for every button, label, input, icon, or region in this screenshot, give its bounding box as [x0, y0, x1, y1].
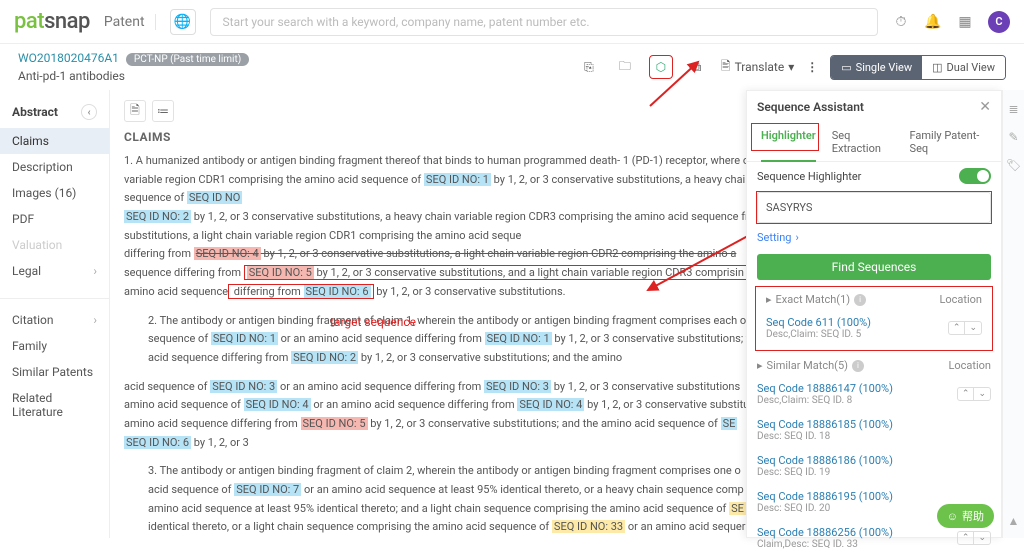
patent-title: Anti-pd-1 antibodies	[18, 69, 249, 83]
location-header-2: Location	[948, 359, 991, 372]
folder-icon[interactable]: 🗀	[613, 55, 637, 79]
result-sim-1[interactable]: Seq Code 18886147 (100%)Desc,Claim: SEQ …	[747, 378, 1001, 414]
tab-seq-extraction[interactable]: Seq Extraction	[824, 123, 902, 161]
setting-link[interactable]: Setting ›	[747, 225, 1001, 250]
top-bar: patsnap Patent 🌐 ⏱ 🔔 ▦ C	[0, 0, 1024, 44]
sidebar-item-legal[interactable]: Legal›	[0, 258, 109, 284]
panel-title: Sequence Assistant	[757, 100, 864, 114]
main-area: Abstract ‹ Claims Description Images (16…	[0, 90, 1024, 538]
tab-family-patent-seq[interactable]: Family Patent-Seq	[902, 123, 995, 161]
location-header: Location	[939, 293, 982, 306]
seq-id-no: SEQ ID NO	[187, 191, 242, 204]
result-nav[interactable]: ⌃⌄	[948, 321, 982, 335]
sidebar: Abstract ‹ Claims Description Images (16…	[0, 90, 110, 538]
section-label: Patent	[104, 14, 156, 30]
exact-match-header[interactable]: ▸ Exact Match(1) i	[766, 293, 866, 306]
find-sequences-button[interactable]: Find Sequences	[757, 254, 991, 280]
apps-icon[interactable]: ▦	[956, 13, 974, 31]
bell-icon[interactable]: 🔔	[924, 13, 942, 31]
seq-id-6: SEQ ID NO: 6	[304, 285, 371, 298]
dual-view-button[interactable]: ◫ Dual View	[922, 56, 1005, 79]
seq-id-2: SEQ ID NO: 2	[124, 210, 191, 223]
collapse-icon[interactable]: ‹	[81, 104, 97, 120]
publication-number[interactable]: WO2018020476A1	[18, 51, 119, 65]
tab-highlighter[interactable]: Highlighter	[753, 123, 824, 161]
result-sim-2[interactable]: Seq Code 18886185 (100%)Desc: SEQ ID. 18	[747, 414, 1001, 450]
more-menu-icon[interactable]: ⋮	[806, 60, 818, 74]
seq-id-5-target: SEQ ID NO: 5	[247, 266, 314, 279]
sidebar-item-citation[interactable]: Citation›	[0, 307, 109, 333]
sidebar-item-family[interactable]: Family	[0, 333, 109, 359]
meta-bar: WO2018020476A1 PCT-NP (Past time limit) …	[0, 44, 1024, 90]
pen-icon[interactable]: ✎	[1008, 130, 1018, 144]
annotation-label: target sequence	[330, 312, 416, 332]
list-icon[interactable]: ≣	[1008, 102, 1018, 116]
globe-icon[interactable]: 🌐	[170, 9, 196, 35]
close-icon[interactable]: ✕	[979, 99, 991, 115]
tag-icon[interactable]: 🏷	[1006, 158, 1021, 172]
single-view-button[interactable]: ▭ Single View	[831, 56, 922, 79]
sidebar-item-description[interactable]: Description	[0, 154, 109, 180]
header-tools: ⏱ 🔔 ▦ C	[892, 11, 1010, 33]
result-exact-1[interactable]: Seq Code 611 (100%)Desc,Claim: SEQ ID. 5…	[756, 312, 992, 348]
sequence-input[interactable]: SASYRYS	[757, 192, 991, 223]
stopwatch-icon[interactable]: ⏱	[892, 13, 910, 31]
list-view-icon[interactable]: ≔	[152, 100, 174, 122]
sidebar-item-similar[interactable]: Similar Patents	[0, 359, 109, 385]
seq-id-1: SEQ ID NO: 1	[424, 173, 491, 186]
chevron-icon: ›	[93, 264, 97, 278]
seq-highlighter-label: Sequence Highlighter	[757, 170, 861, 183]
logo[interactable]: patsnap	[14, 9, 90, 34]
result-sim-3[interactable]: Seq Code 18886186 (100%)Desc: SEQ ID. 19	[747, 450, 1001, 486]
search-wrapper	[210, 8, 878, 36]
sidebar-item-claims[interactable]: Claims	[0, 128, 109, 154]
save-note-icon[interactable]: 🗎	[124, 100, 146, 122]
pdf-icon[interactable]: ⎘	[577, 55, 601, 79]
help-button[interactable]: ☺ 帮助	[937, 504, 994, 528]
sidebar-item-related-lit[interactable]: Related Literature	[0, 385, 109, 425]
sidebar-head-abstract[interactable]: Abstract ‹	[0, 100, 109, 124]
sequence-assistant-panel: Sequence Assistant ✕ Highlighter Seq Ext…	[746, 90, 1002, 538]
avatar[interactable]: C	[988, 11, 1010, 33]
sidebar-item-valuation: Valuation	[0, 232, 109, 258]
status-chip: PCT-NP (Past time limit)	[126, 53, 249, 66]
sidebar-item-images[interactable]: Images (16)	[0, 180, 109, 206]
view-toggle: ▭ Single View ◫ Dual View	[830, 55, 1006, 80]
warning-icon[interactable]: ▲	[1008, 514, 1020, 528]
highlighter-toggle[interactable]	[959, 168, 991, 184]
sidebar-item-pdf[interactable]: PDF	[0, 206, 109, 232]
search-input[interactable]	[210, 8, 878, 36]
right-toolbar: ≣ ✎ 🏷 ▲	[1002, 90, 1024, 538]
seq-id-4-strike: SEQ ID NO: 4	[194, 247, 261, 260]
similar-match-header[interactable]: ▸ Similar Match(5) i	[757, 359, 864, 372]
